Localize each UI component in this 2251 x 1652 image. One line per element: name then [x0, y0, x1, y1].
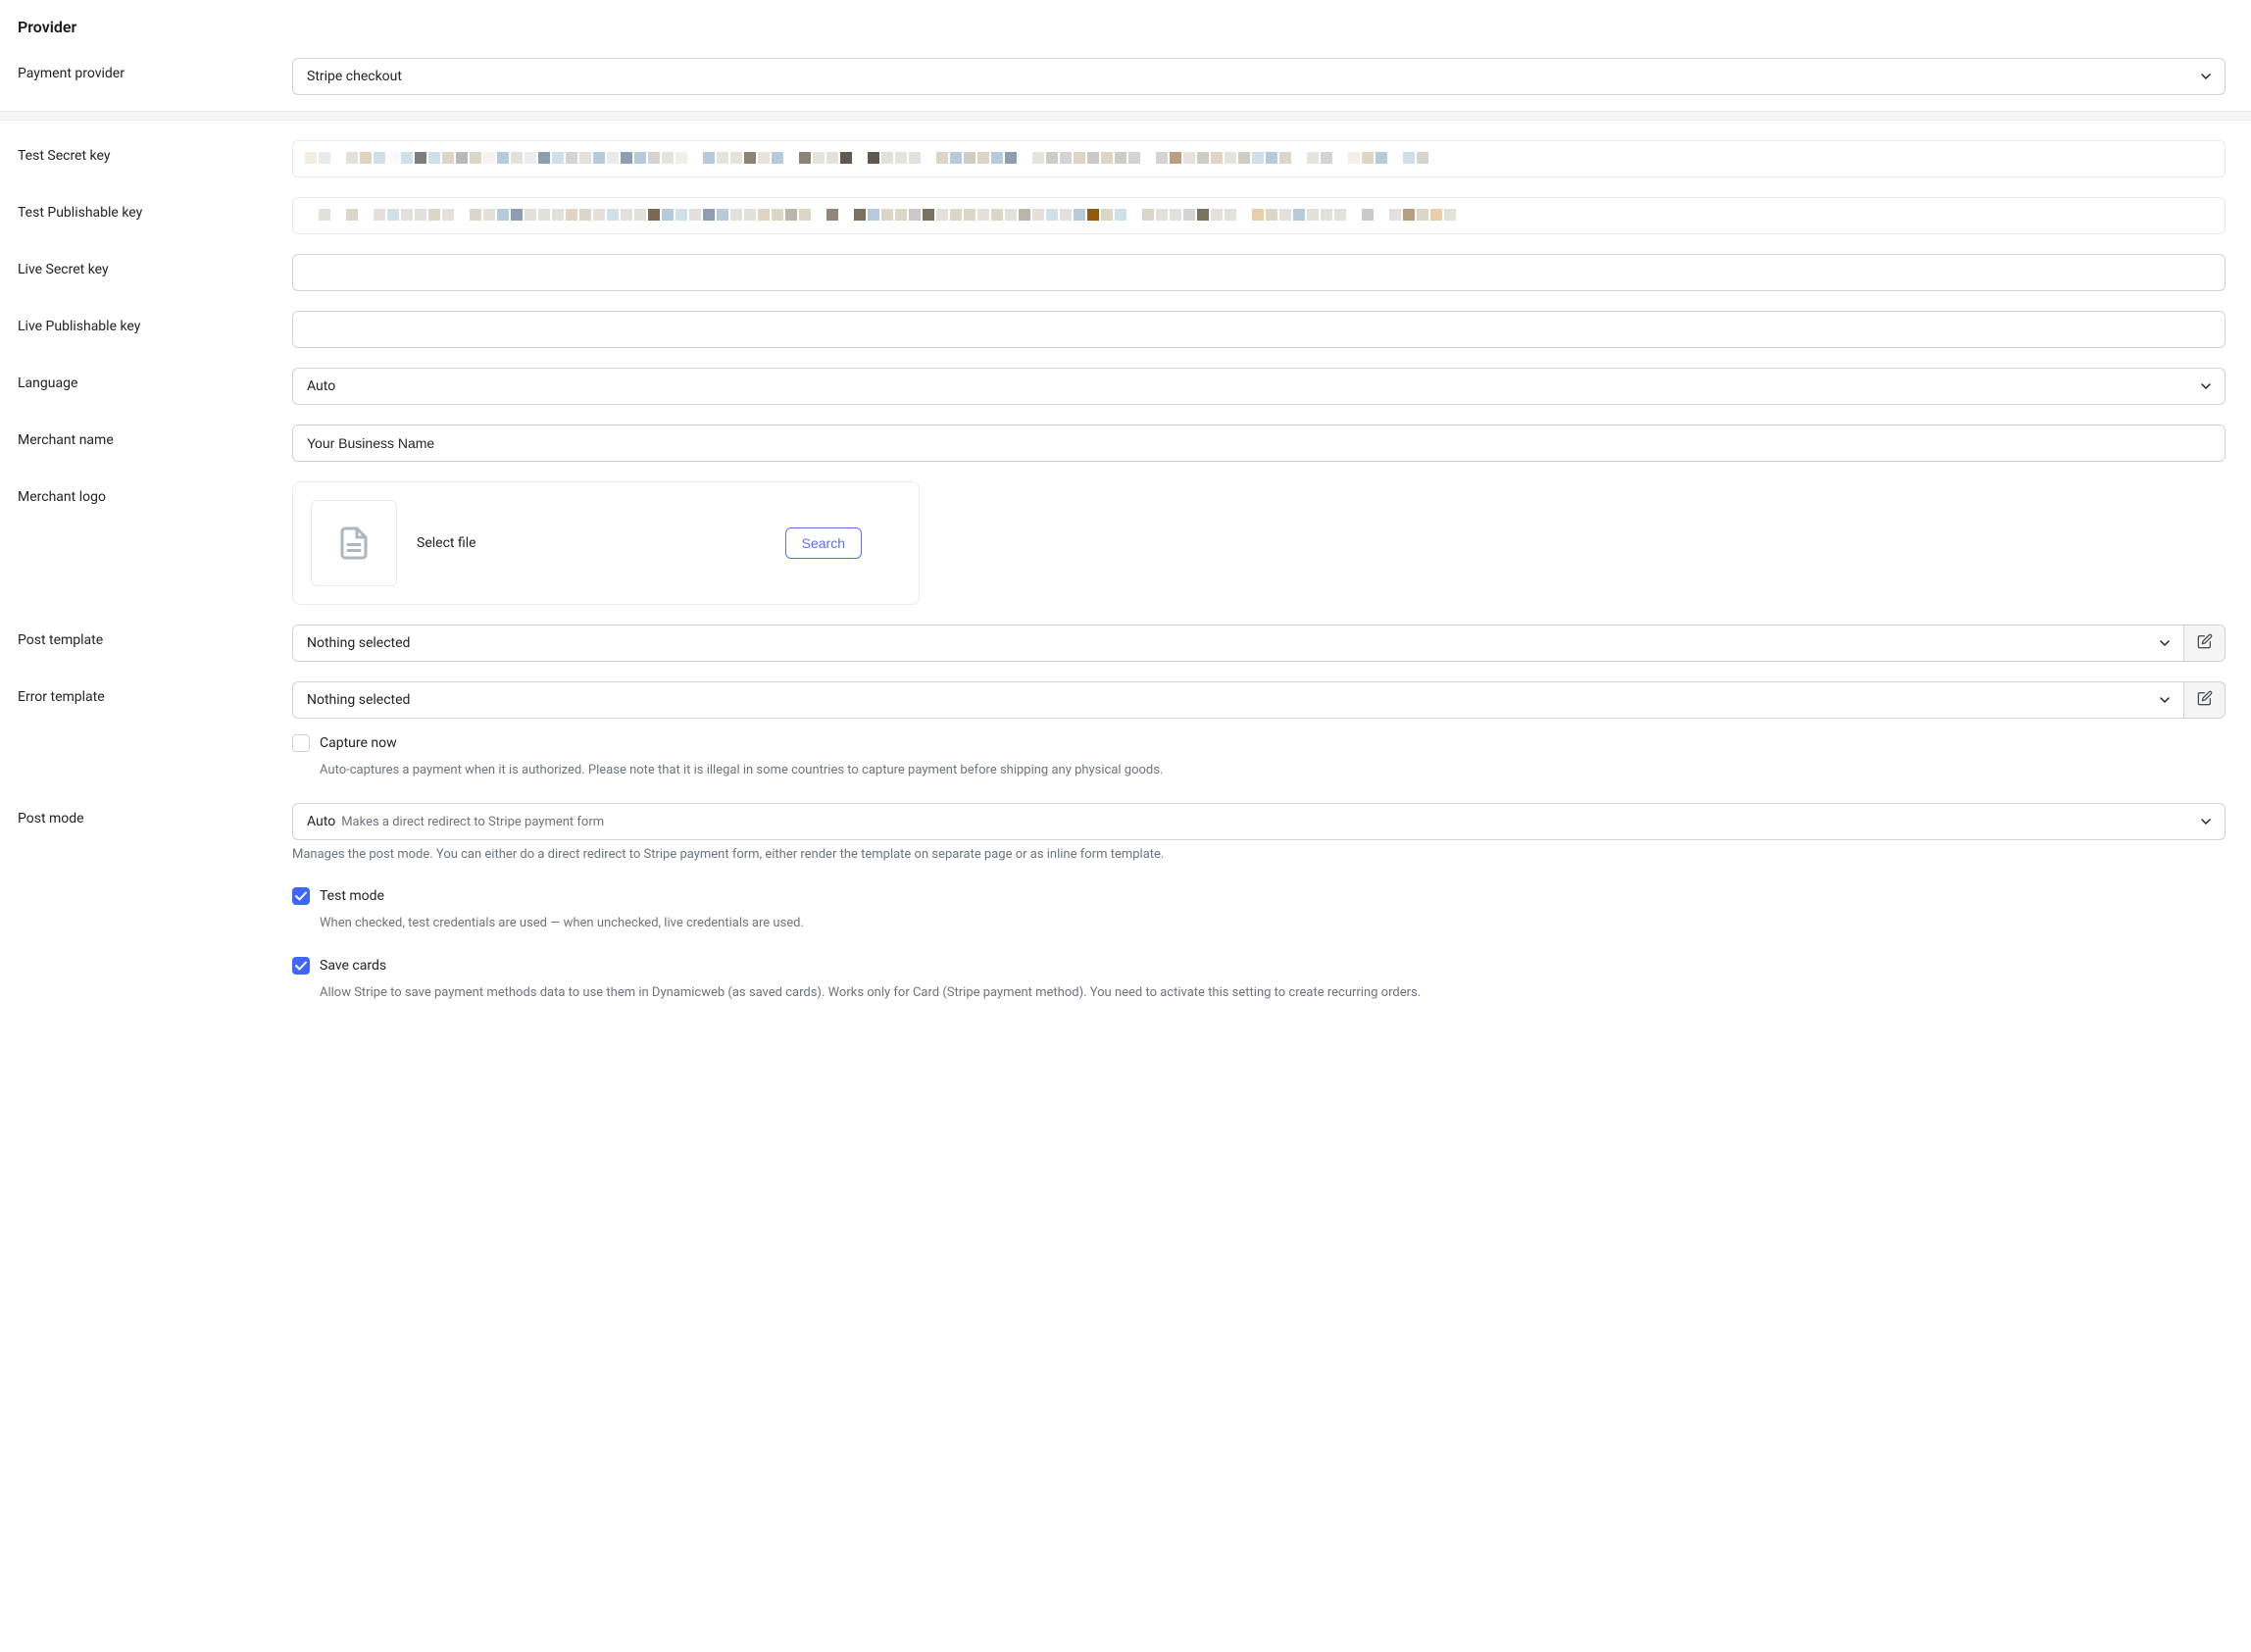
file-icon	[311, 500, 397, 586]
merchant-name-input[interactable]	[292, 425, 2226, 462]
test-publishable-key-row: Test Publishable key	[0, 187, 2251, 244]
save-cards-checkbox[interactable]	[292, 957, 310, 975]
section-divider	[0, 111, 2251, 121]
save-cards-label: Save cards	[320, 958, 386, 974]
chevron-down-icon	[2201, 381, 2211, 391]
error-template-select[interactable]: Nothing selected	[292, 681, 2184, 719]
post-template-select[interactable]: Nothing selected	[292, 625, 2184, 662]
merchant-logo-label: Merchant logo	[18, 489, 106, 505]
live-secret-key-label: Live Secret key	[18, 262, 109, 277]
chevron-down-icon	[2201, 72, 2211, 81]
language-select[interactable]: Auto	[292, 368, 2226, 405]
test-publishable-key-label: Test Publishable key	[18, 205, 142, 221]
section-header: Provider	[0, 0, 2251, 48]
test-secret-key-input[interactable]	[292, 140, 2226, 177]
test-mode-row: Test mode When checked, test credentials…	[0, 881, 2251, 950]
chevron-down-icon	[2160, 695, 2170, 705]
payment-provider-select[interactable]: Stripe checkout	[292, 58, 2226, 95]
post-template-row: Post template Nothing selected	[0, 615, 2251, 672]
post-template-edit-button[interactable]	[2184, 625, 2226, 662]
merchant-logo-row: Merchant logo Select file Search	[0, 472, 2251, 615]
live-secret-key-input[interactable]	[292, 254, 2226, 291]
error-template-label: Error template	[18, 689, 105, 705]
merchant-name-label: Merchant name	[18, 432, 114, 448]
test-secret-key-row: Test Secret key	[0, 130, 2251, 187]
live-publishable-key-label: Live Publishable key	[18, 319, 140, 334]
live-publishable-key-input[interactable]	[292, 311, 2226, 348]
test-mode-checkbox[interactable]	[292, 887, 310, 905]
language-row: Language Auto	[0, 358, 2251, 415]
capture-now-checkbox[interactable]	[292, 734, 310, 752]
merchant-logo-file-selector: Select file Search	[292, 481, 920, 605]
section-title: Provider	[18, 18, 2233, 36]
language-label: Language	[18, 375, 77, 391]
merchant-name-row: Merchant name	[0, 415, 2251, 472]
edit-icon	[2197, 633, 2213, 653]
post-mode-select[interactable]: Auto Makes a direct redirect to Stripe p…	[292, 803, 2226, 840]
post-mode-help: Manages the post mode. You can either do…	[292, 846, 2226, 864]
chevron-down-icon	[2201, 817, 2211, 826]
post-template-label: Post template	[18, 632, 103, 648]
file-placeholder-text: Select file	[417, 535, 766, 551]
capture-now-label: Capture now	[320, 735, 397, 751]
post-mode-row: Post mode Auto Makes a direct redirect t…	[0, 797, 2251, 870]
error-template-row: Error template Nothing selected	[0, 672, 2251, 728]
error-template-edit-button[interactable]	[2184, 681, 2226, 719]
live-publishable-key-row: Live Publishable key	[0, 301, 2251, 358]
save-cards-row: Save cards Allow Stripe to save payment …	[0, 951, 2251, 1020]
payment-provider-label: Payment provider	[18, 66, 125, 81]
save-cards-help: Allow Stripe to save payment methods dat…	[292, 984, 2226, 1002]
capture-now-help: Auto-captures a payment when it is autho…	[292, 762, 2226, 779]
search-button[interactable]: Search	[785, 527, 862, 559]
edit-icon	[2197, 690, 2213, 710]
test-mode-label: Test mode	[320, 888, 384, 904]
test-mode-help: When checked, test credentials are used …	[292, 915, 2226, 932]
payment-provider-row: Payment provider Stripe checkout	[0, 48, 2251, 105]
post-mode-label: Post mode	[18, 811, 84, 826]
live-secret-key-row: Live Secret key	[0, 244, 2251, 301]
capture-now-row: Capture now Auto-captures a payment when…	[0, 728, 2251, 797]
test-publishable-key-input[interactable]	[292, 197, 2226, 234]
test-secret-key-label: Test Secret key	[18, 148, 110, 164]
chevron-down-icon	[2160, 638, 2170, 648]
